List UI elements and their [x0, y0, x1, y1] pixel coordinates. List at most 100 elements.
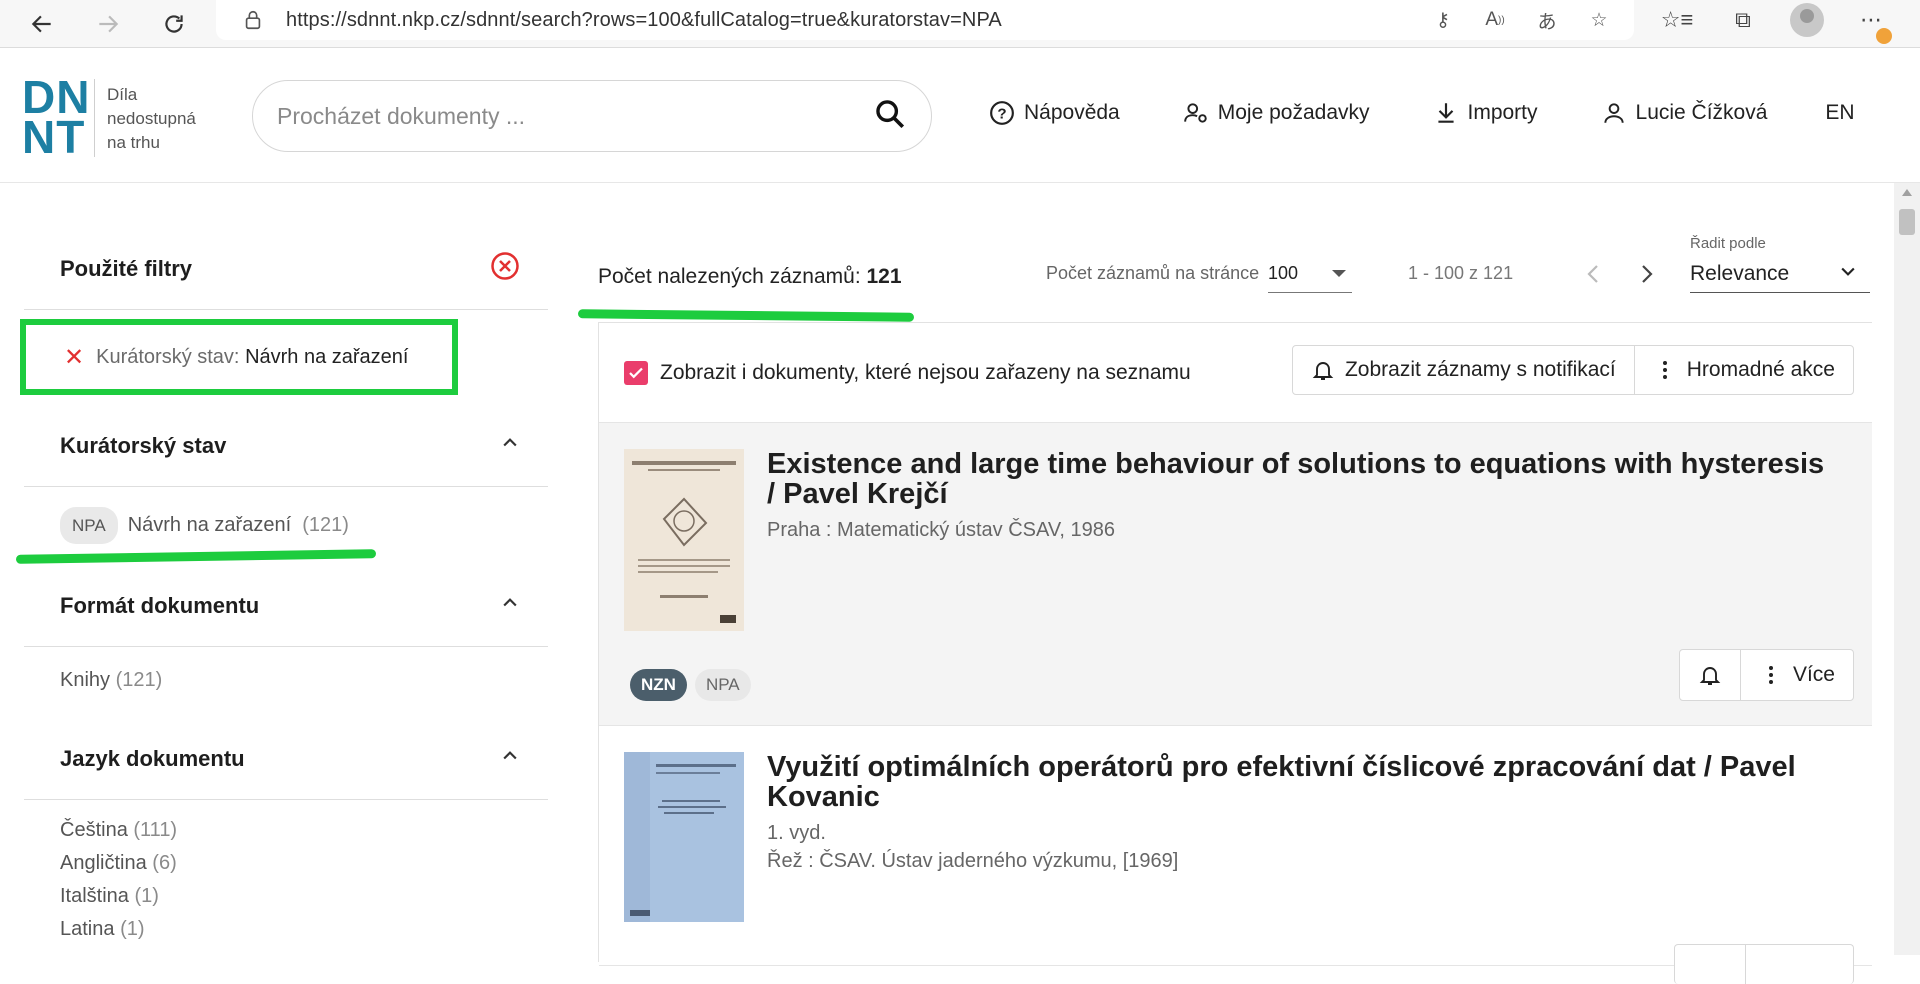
- language-list: Čeština (111) Angličtina (6) Italština (…: [24, 814, 548, 946]
- bulk-actions-label: Hromadné akce: [1686, 358, 1835, 381]
- language-switch[interactable]: EN: [1825, 101, 1854, 125]
- page-range: 1 - 100 z 121: [1408, 263, 1514, 283]
- result-count-label: Počet nalezených záznamů:: [598, 265, 861, 288]
- result-publication: Řež : ČSAV. Ústav jaderného výzkumu, [19…: [767, 850, 1179, 872]
- chevron-down-icon: [1838, 261, 1858, 287]
- applied-filters-section: Použité filtry: [24, 229, 548, 310]
- imports-link[interactable]: Importy: [1432, 99, 1538, 127]
- read-aloud-icon[interactable]: A)): [1480, 7, 1510, 33]
- facet-count: (121): [115, 669, 163, 691]
- prev-page-icon[interactable]: [1580, 259, 1608, 289]
- result-item: Využití optimálních operátorů pro efekti…: [599, 726, 1872, 984]
- notify-button[interactable]: [1680, 650, 1740, 700]
- facet-label: Italština: [60, 885, 129, 907]
- translate-icon[interactable]: あ: [1532, 7, 1562, 33]
- book-cover-thumbnail[interactable]: [624, 449, 744, 631]
- toolbar-button-group: Zobrazit záznamy s notifikací Hromadné a…: [1291, 345, 1854, 395]
- applied-filter-chip[interactable]: ✕ Kurátorský stav: Návrh na zařazení: [20, 319, 458, 395]
- clear-filters-icon[interactable]: [490, 251, 520, 287]
- user-menu[interactable]: Lucie Čížková: [1600, 99, 1768, 127]
- bulk-actions-button[interactable]: Hromadné akce: [1633, 346, 1853, 394]
- facet-item-language[interactable]: Čeština (111): [24, 814, 548, 847]
- refresh-icon[interactable]: [154, 4, 194, 44]
- logo[interactable]: DN NT: [22, 74, 90, 160]
- per-page-label: Počet záznamů na stránce: [1046, 263, 1260, 283]
- chevron-up-icon[interactable]: [500, 433, 520, 459]
- remove-filter-icon[interactable]: ✕: [64, 343, 84, 372]
- search-input[interactable]: [277, 102, 873, 130]
- result-title[interactable]: Využití optimálních operátorů pro efekti…: [767, 752, 1827, 812]
- facet-count: (111): [133, 819, 178, 841]
- more-vertical-icon: [1759, 663, 1783, 687]
- facet-item-language[interactable]: Angličtina (6): [24, 847, 548, 880]
- scroll-thumb[interactable]: [1899, 209, 1915, 235]
- forward-icon[interactable]: [88, 4, 128, 44]
- language-header[interactable]: Jazyk dokumentu: [24, 719, 548, 799]
- app-header: DN NT Díla nedostupná na trhu ? Nápověda…: [0, 49, 1920, 183]
- imports-label: Importy: [1467, 101, 1538, 124]
- chevron-up-icon[interactable]: [500, 593, 520, 619]
- curator-state-header[interactable]: Kurátorský stav: [24, 406, 548, 486]
- add-favorite-icon[interactable]: ☆: [1584, 7, 1614, 33]
- language-title: Jazyk dokumentu: [60, 746, 245, 771]
- result-count-value: 121: [866, 265, 902, 288]
- address-bar[interactable]: https://sdnnt.nkp.cz/sdnnt/search?rows=1…: [216, 0, 1634, 40]
- svg-text:?: ?: [997, 105, 1006, 122]
- item-actions: Více: [1678, 649, 1854, 701]
- format-header[interactable]: Formát dokumentu: [24, 566, 548, 646]
- per-page-select[interactable]: 100: [1268, 255, 1352, 293]
- next-page-icon[interactable]: [1632, 259, 1660, 289]
- help-link[interactable]: ? Nápověda: [988, 99, 1120, 127]
- user-name: Lucie Čížková: [1635, 101, 1768, 124]
- result-count: Počet nalezených záznamů: 121: [598, 265, 902, 289]
- facet-item-books[interactable]: Knihy (121): [24, 664, 548, 697]
- facet-item-language[interactable]: Italština (1): [24, 880, 548, 913]
- more-button[interactable]: Více: [1739, 650, 1853, 700]
- result-edition: 1. vyd.: [767, 822, 826, 844]
- show-all-label[interactable]: Zobrazit i dokumenty, které nejsou zařaz…: [660, 361, 1191, 385]
- requests-label: Moje požadavky: [1217, 101, 1370, 124]
- facet-label: Latina: [60, 918, 115, 940]
- notifications-filter-label: Zobrazit záznamy s notifikací: [1344, 358, 1616, 381]
- page-scrollbar[interactable]: [1894, 183, 1920, 955]
- sort-select[interactable]: Relevance: [1690, 255, 1870, 293]
- item-actions: [1674, 944, 1854, 984]
- facet-count: (6): [152, 852, 177, 874]
- search-icon[interactable]: [873, 97, 907, 136]
- profile-icon[interactable]: [1790, 3, 1824, 37]
- requests-link[interactable]: Moje požadavky: [1182, 99, 1370, 127]
- book-cover-thumbnail[interactable]: [624, 752, 744, 922]
- user-settings-icon: [1182, 99, 1210, 127]
- result-title[interactable]: Existence and large time behaviour of so…: [767, 449, 1827, 509]
- more-button[interactable]: [1745, 945, 1853, 984]
- back-icon[interactable]: [22, 4, 62, 44]
- logo-text-line3: na trhu: [107, 133, 160, 152]
- format-section: Formát dokumentu: [24, 566, 548, 647]
- logo-divider: [94, 79, 95, 157]
- results-panel: Zobrazit i dokumenty, které nejsou zařaz…: [598, 322, 1872, 984]
- notifications-filter-button[interactable]: Zobrazit záznamy s notifikací: [1293, 346, 1634, 394]
- facet-item-language[interactable]: Latina (1): [24, 913, 548, 946]
- collections-icon[interactable]: ⧉: [1724, 2, 1762, 38]
- key-icon[interactable]: ⚷: [1428, 7, 1458, 33]
- facet-label: Návrh na zařazení: [127, 514, 292, 536]
- status-badge: NPA: [694, 669, 751, 701]
- chevron-up-icon[interactable]: [500, 746, 520, 772]
- facet-count: (121): [302, 514, 349, 536]
- help-label: Nápověda: [1024, 101, 1120, 124]
- more-icon[interactable]: ⋯: [1852, 2, 1892, 44]
- facet-chip: NPA: [60, 507, 118, 544]
- facet-item-npa[interactable]: NPA Návrh na zařazení (121): [24, 507, 548, 544]
- scroll-up-icon[interactable]: [1902, 189, 1912, 196]
- applied-filters-header: Použité filtry: [24, 229, 548, 309]
- notify-button[interactable]: [1675, 945, 1745, 984]
- url-text[interactable]: https://sdnnt.nkp.cz/sdnnt/search?rows=1…: [286, 9, 1002, 32]
- show-all-checkbox[interactable]: [624, 360, 648, 385]
- facet-count: (1): [134, 885, 159, 907]
- sort-value: Relevance: [1690, 261, 1790, 285]
- applied-filter-value: Návrh na zařazení: [245, 345, 409, 368]
- lock-icon[interactable]: [242, 9, 264, 31]
- favorites-icon[interactable]: ☆≡: [1658, 2, 1696, 38]
- format-title: Formát dokumentu: [60, 593, 260, 618]
- applied-filter-label: Kurátorský stav:: [96, 345, 240, 368]
